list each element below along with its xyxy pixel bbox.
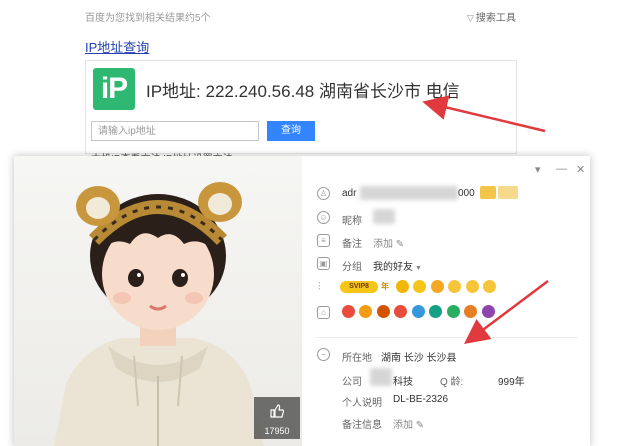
- remark-info-add-label: 添加: [393, 420, 413, 431]
- pencil-icon: ✎: [393, 239, 405, 250]
- ip-logo: iP: [93, 68, 135, 110]
- chevron-down-icon: ▼: [413, 265, 422, 272]
- year-badge: 年: [381, 282, 389, 291]
- thumbs-up-icon: [270, 404, 285, 418]
- search-tools-label: 搜索工具: [475, 13, 516, 24]
- query-button[interactable]: 查询: [267, 121, 315, 141]
- remark-add-label: 添加: [373, 239, 393, 250]
- remark-add-button[interactable]: 添加 ✎: [373, 235, 404, 250]
- close-icon[interactable]: ✕: [576, 163, 585, 176]
- remark-info-add-button[interactable]: 添加 ✎: [393, 416, 424, 431]
- dropdown-icon[interactable]: ▾: [535, 163, 541, 176]
- account-redacted: [360, 186, 458, 200]
- remark-label: 备注: [342, 239, 362, 250]
- like-count: 17950: [264, 426, 290, 436]
- company-label: 公司: [342, 377, 362, 388]
- ip-input[interactable]: [91, 121, 259, 141]
- company-value: 科技: [393, 377, 413, 388]
- decoration-icon: ⌂: [317, 306, 330, 319]
- search-tools-button[interactable]: ▽ 搜索工具: [467, 9, 516, 24]
- location-value: 湖南 长沙 长沙县: [381, 353, 457, 364]
- nickname-label: 昵称: [342, 216, 362, 227]
- company-redacted: [370, 368, 392, 386]
- result-title-link[interactable]: IP地址查询: [85, 37, 149, 56]
- location-icon: −: [317, 348, 330, 361]
- account-suffix: 000: [458, 188, 475, 199]
- group-selector[interactable]: 我的好友 ▼: [373, 258, 422, 273]
- age-value: 999年: [498, 377, 525, 388]
- pencil-icon: ✎: [413, 420, 425, 431]
- minimize-icon[interactable]: —: [556, 163, 567, 175]
- nickname-redacted: [373, 209, 395, 224]
- vip-icon: [480, 186, 496, 199]
- group-icon: ▣: [317, 257, 330, 270]
- ip-result-text: IP地址: 222.240.56.48 湖南省长沙市 电信: [146, 82, 460, 101]
- level-icon: ⫶: [318, 281, 321, 293]
- group-value: 我的好友: [373, 262, 413, 273]
- account-prefix: adr: [342, 188, 357, 199]
- group-label: 分组: [342, 262, 362, 273]
- personal-label: 个人说明: [342, 398, 382, 409]
- person-icon: ♙: [317, 187, 330, 200]
- age-label: Q 龄:: [440, 377, 464, 388]
- result-count: 百度为您找到相关结果约5个: [85, 13, 211, 24]
- level-crowns: [396, 280, 497, 298]
- service-badges: [342, 305, 495, 323]
- profile-divider: [316, 337, 578, 338]
- nickname-icon: ☺: [317, 211, 330, 224]
- remark-info-label: 备注信息: [342, 420, 382, 431]
- svip-badge: SVIP8: [340, 281, 378, 293]
- location-label: 所在地: [342, 353, 372, 364]
- qq-level-badge: [498, 186, 518, 199]
- like-button[interactable]: 17950: [254, 397, 300, 439]
- personal-value: DL-BE-2326: [393, 394, 449, 405]
- funnel-icon: ▽: [467, 13, 474, 23]
- remark-icon: ≡: [317, 234, 330, 247]
